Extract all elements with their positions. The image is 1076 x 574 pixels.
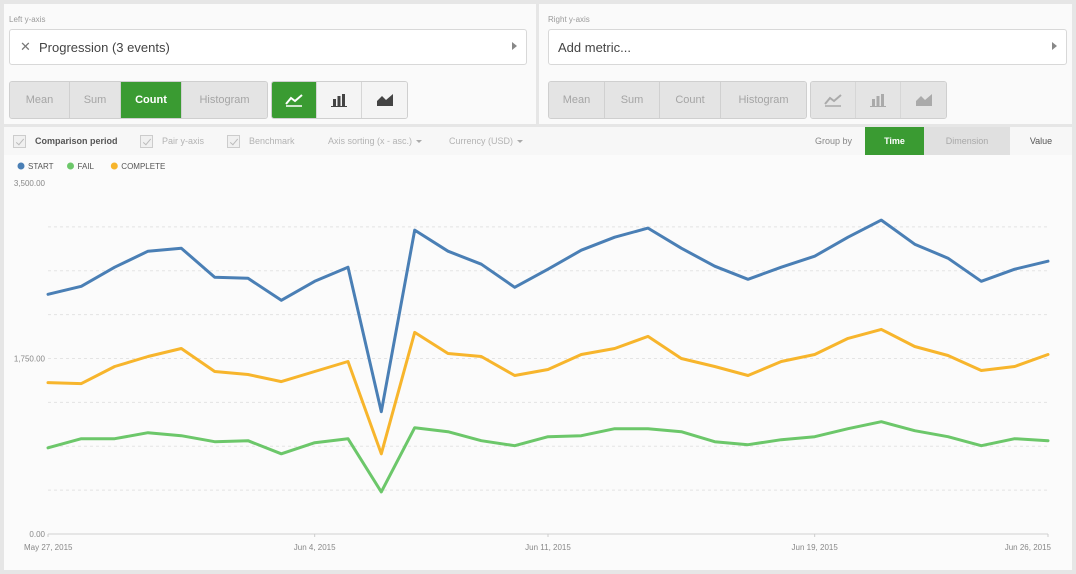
- y-tick-label: 3,500.00: [14, 179, 46, 188]
- area-chart-icon: [915, 94, 932, 106]
- legend-marker-fail: [67, 162, 74, 170]
- axis-sorting-label: Axis sorting (x - asc.): [328, 136, 413, 146]
- series-line-fail: [46, 420, 1050, 494]
- right-line-chart-button[interactable]: [811, 82, 856, 118]
- legend-marker-start: [17, 162, 25, 170]
- add-metric-label: Add metric...: [558, 40, 631, 55]
- checkbox-icon[interactable]: [140, 134, 153, 148]
- currency-label: Currency (USD): [449, 136, 514, 146]
- left-area-chart-button[interactable]: [362, 82, 407, 118]
- chart-area: 0.00 1,750.00 3,500.00 May 27, 2015 Jun 4, 2…: [4, 155, 1072, 570]
- legend-label-fail: FAIL: [78, 162, 95, 171]
- caret-down-icon: [517, 139, 524, 143]
- line-chart: 0.00 1,750.00 3,500.00 May 27, 2015 Jun 4, 2…: [14, 162, 1052, 552]
- group-by-label: Group by: [815, 136, 853, 146]
- comparison-period-toggle[interactable]: Comparison period: [13, 134, 118, 148]
- bar-chart-icon: [331, 94, 347, 107]
- chart-options-bar: Comparison period Pair y-axis Benchmark …: [4, 127, 1072, 155]
- right-aggregation-group: Mean Sum Count Histogram: [548, 81, 807, 119]
- area-chart-icon: [376, 94, 393, 106]
- left-agg-histogram-button[interactable]: Histogram: [182, 82, 267, 118]
- right-agg-mean-button[interactable]: Mean: [549, 82, 605, 118]
- x-tick-label: May 27, 2015: [24, 543, 73, 552]
- right-chart-type-group: [810, 81, 947, 119]
- expand-arrow-icon[interactable]: [1052, 42, 1057, 50]
- left-agg-sum-button[interactable]: Sum: [70, 82, 121, 118]
- left-line-chart-button[interactable]: [272, 82, 317, 118]
- benchmark-label: Benchmark: [249, 136, 295, 146]
- remove-metric-icon[interactable]: ✕: [20, 39, 31, 55]
- pair-y-axis-label: Pair y-axis: [162, 136, 205, 146]
- series-line-complete: [46, 327, 1050, 456]
- caret-down-icon: [416, 139, 423, 143]
- left-aggregation-group: Mean Sum Count Histogram: [9, 81, 268, 119]
- legend-label-complete: COMPLETE: [121, 162, 165, 171]
- pair-y-axis-toggle[interactable]: Pair y-axis: [140, 134, 204, 148]
- currency-dropdown[interactable]: Currency (USD): [449, 134, 524, 148]
- y-tick-label: 0.00: [29, 530, 45, 539]
- left-y-axis-panel: Left y-axis ✕ Progression (3 events) Mea…: [4, 4, 536, 124]
- expand-arrow-icon[interactable]: [512, 42, 517, 50]
- left-bar-chart-button[interactable]: [317, 82, 362, 118]
- line-chart-icon: [285, 94, 303, 107]
- x-tick-label: Jun 4, 2015: [294, 543, 336, 552]
- series-line-start: [46, 218, 1050, 414]
- left-agg-mean-button[interactable]: Mean: [10, 82, 70, 118]
- x-tick-label: Jun 26, 2015: [1005, 543, 1052, 552]
- y-tick-label: 1,750.00: [14, 355, 46, 364]
- line-chart-icon: [824, 94, 842, 107]
- comparison-period-label: Comparison period: [35, 136, 118, 146]
- x-tick-label: Jun 11, 2015: [525, 543, 571, 552]
- legend-label-start: START: [28, 162, 54, 171]
- left-y-axis-title: Left y-axis: [9, 15, 46, 24]
- left-metric-selector[interactable]: ✕ Progression (3 events): [9, 29, 527, 65]
- right-agg-count-button[interactable]: Count: [660, 82, 721, 118]
- bar-chart-icon: [870, 94, 886, 107]
- left-metric-label: Progression (3 events): [39, 40, 170, 55]
- right-metric-selector[interactable]: Add metric...: [548, 29, 1067, 65]
- checkbox-icon[interactable]: [227, 134, 240, 148]
- benchmark-toggle[interactable]: Benchmark: [227, 134, 295, 148]
- group-by-dimension-button[interactable]: Dimension: [924, 127, 1010, 155]
- left-agg-count-button[interactable]: Count: [121, 82, 182, 118]
- right-agg-sum-button[interactable]: Sum: [605, 82, 660, 118]
- group-by-time-button[interactable]: Time: [865, 127, 924, 155]
- x-tick-label: Jun 19, 2015: [792, 543, 839, 552]
- group-by-value-button[interactable]: Value: [1010, 127, 1072, 155]
- right-area-chart-button[interactable]: [901, 82, 946, 118]
- checkbox-icon[interactable]: [13, 134, 26, 148]
- left-chart-type-group: [271, 81, 408, 119]
- right-y-axis-title: Right y-axis: [548, 15, 590, 24]
- right-bar-chart-button[interactable]: [856, 82, 901, 118]
- right-y-axis-panel: Right y-axis Add metric... Mean Sum Coun…: [539, 4, 1072, 124]
- legend-marker-complete: [110, 162, 118, 170]
- right-agg-histogram-button[interactable]: Histogram: [721, 82, 806, 118]
- analytics-explorer: Left y-axis ✕ Progression (3 events) Mea…: [0, 0, 1076, 574]
- axis-sorting-dropdown[interactable]: Axis sorting (x - asc.): [328, 134, 423, 148]
